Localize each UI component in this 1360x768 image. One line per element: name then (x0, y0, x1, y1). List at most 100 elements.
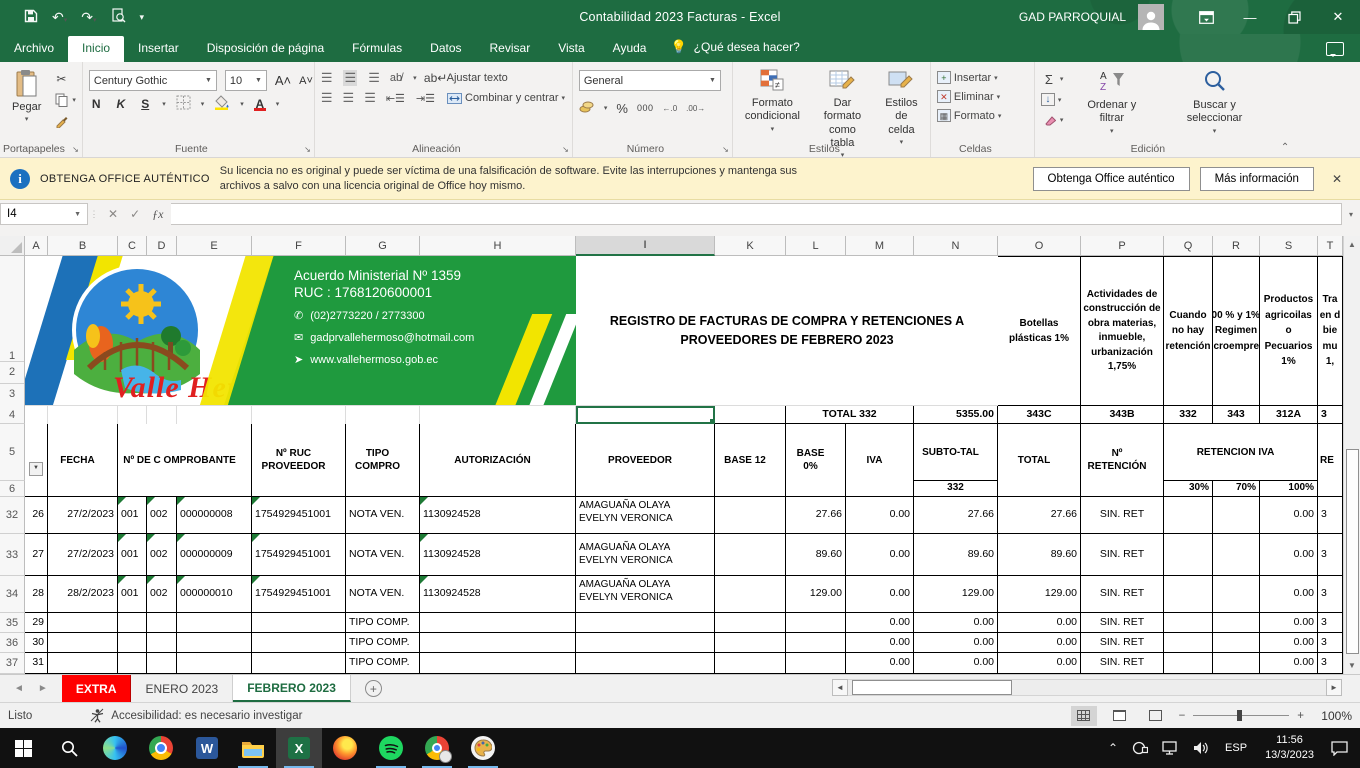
horizontal-scroll-thumb[interactable] (852, 679, 1012, 695)
delete-cells-button[interactable]: ✕ Eliminar ▾ (936, 90, 1001, 103)
cell[interactable] (1213, 576, 1260, 613)
number-format-select[interactable]: General ▼ (578, 70, 721, 91)
comments-icon[interactable] (1326, 42, 1344, 57)
cell[interactable]: TIPO COMP. (346, 653, 420, 674)
code-343[interactable]: 343 (1213, 406, 1260, 424)
cell[interactable] (252, 633, 346, 653)
cell[interactable]: 1754929451001 (252, 497, 346, 534)
cell[interactable] (147, 653, 177, 674)
tab-archivo[interactable]: Archivo (0, 36, 68, 62)
row-header[interactable]: 4 (0, 406, 25, 424)
cell[interactable]: 0.00 (914, 653, 998, 674)
increase-decimal-icon[interactable]: ←.0 (662, 104, 677, 113)
tax-header-r[interactable]: 100 % y 1%.- Regimen microempresa (1213, 256, 1260, 406)
comma-style-icon[interactable]: 000 (637, 103, 654, 113)
taskbar-edge-icon[interactable] (92, 728, 138, 768)
accounting-format-icon[interactable] (579, 100, 595, 116)
code-312a[interactable]: 312A (1260, 406, 1318, 424)
cell[interactable] (1164, 633, 1213, 653)
zoom-in-icon[interactable]: + (1297, 710, 1304, 722)
cell[interactable]: SIN. RET (1081, 497, 1164, 534)
row-header[interactable]: 34 (0, 576, 25, 613)
cell[interactable] (715, 534, 786, 576)
page-break-view-button[interactable] (1143, 706, 1169, 726)
more-info-button[interactable]: Más información (1199, 166, 1314, 191)
cell-styles-button[interactable]: Estilos de celda ▾ (879, 66, 924, 146)
col-header[interactable]: R (1213, 236, 1260, 256)
taskbar-word-icon[interactable]: W (184, 728, 230, 768)
cell[interactable]: 27 (25, 534, 48, 576)
row-header[interactable]: 36 (0, 633, 25, 653)
header-autorizacion[interactable]: AUTORIZACIÓN (420, 424, 576, 497)
cut-button[interactable]: ✂ (53, 71, 76, 87)
align-middle-icon[interactable]: ☰ (342, 70, 358, 86)
font-color-icon[interactable]: A (253, 97, 266, 111)
header-tipo-comprobante[interactable]: TIPO COMPRO (346, 424, 420, 497)
cell[interactable]: 1130924528 (420, 534, 576, 576)
cell[interactable]: 0.00 (914, 613, 998, 633)
cell[interactable] (48, 653, 118, 674)
cell[interactable]: AMAGUAÑA OLAYA EVELYN VERONICA (576, 576, 715, 613)
sheet-tab-extra[interactable]: EXTRA (61, 675, 132, 702)
format-cells-button[interactable]: ▦ Formato ▾ (936, 109, 1001, 122)
tray-onedrive-icon[interactable] (1125, 741, 1155, 755)
enter-icon[interactable]: ✓ (130, 207, 140, 221)
cell[interactable]: 1130924528 (420, 576, 576, 613)
decrease-indent-icon[interactable]: ⇤☰ (386, 92, 405, 105)
cell[interactable]: 129.00 (998, 576, 1081, 613)
normal-view-button[interactable] (1070, 705, 1097, 726)
col-header[interactable]: F (252, 236, 346, 256)
new-sheet-icon[interactable]: + (364, 680, 382, 697)
collapse-ribbon-icon[interactable]: ⌃ (1275, 62, 1295, 157)
doc-title-cell[interactable]: REGISTRO DE FACTURAS DE COMPRA Y RETENCI… (576, 256, 998, 406)
align-top-icon[interactable]: ☰ (321, 70, 333, 86)
header-base0[interactable]: BASE 0% (786, 424, 846, 497)
col-header[interactable]: D (147, 236, 177, 256)
wrap-text-button[interactable]: ab↵ Ajustar texto (424, 70, 508, 86)
sort-filter-button[interactable]: AZ Ordenar y filtrar ▾ (1069, 66, 1154, 141)
cell[interactable] (715, 633, 786, 653)
cell[interactable]: 0.00 (846, 613, 914, 633)
cell[interactable]: SIN. RET (1081, 633, 1164, 653)
select-all-corner[interactable] (0, 236, 25, 256)
col-header[interactable]: C (118, 236, 147, 256)
cell[interactable]: SIN. RET (1081, 576, 1164, 613)
col-header[interactable]: P (1081, 236, 1164, 256)
col-header[interactable]: N (914, 236, 998, 256)
vertical-scrollbar[interactable]: ▲ ▼ (1343, 236, 1360, 674)
tax-header-s[interactable]: Productos agricoilas o Pecuarios 1% (1260, 256, 1318, 406)
header-100[interactable]: 100% (1260, 481, 1318, 497)
cell[interactable]: 1130924528 (420, 497, 576, 534)
taskbar-excel-icon[interactable]: X (276, 728, 322, 768)
zoom-slider[interactable]: − + (1179, 710, 1304, 722)
cell[interactable]: 0.00 (998, 613, 1081, 633)
cell[interactable] (576, 653, 715, 674)
cell[interactable]: 0.00 (998, 633, 1081, 653)
cell[interactable]: TIPO COMP. (346, 633, 420, 653)
italic-button[interactable]: K (114, 97, 129, 111)
cell[interactable] (118, 653, 147, 674)
cell[interactable]: 26 (25, 497, 48, 534)
cell[interactable]: 3 (1318, 633, 1343, 653)
header-base12[interactable]: BASE 12 (715, 424, 786, 497)
code-332[interactable]: 332 (1164, 406, 1213, 424)
insert-function-icon[interactable]: ƒx (152, 207, 163, 222)
cell[interactable] (25, 406, 48, 424)
cell[interactable]: TIPO COMP. (346, 613, 420, 633)
cell[interactable]: 0.00 (1260, 576, 1318, 613)
cell[interactable]: 89.60 (998, 534, 1081, 576)
code-343b[interactable]: 343B (1081, 406, 1164, 424)
tab-disposicion[interactable]: Disposición de página (193, 36, 338, 62)
taskbar-search-icon[interactable] (46, 728, 92, 768)
cell[interactable]: 129.00 (786, 576, 846, 613)
fill-color-icon[interactable] (214, 95, 230, 113)
horizontal-scrollbar[interactable]: ◄ ► (832, 678, 1342, 696)
cell[interactable] (147, 406, 177, 424)
header-subtotal[interactable]: SUBTO-TAL (914, 424, 998, 481)
cell[interactable] (715, 497, 786, 534)
header-fecha[interactable]: FECHA (48, 424, 118, 497)
fill-button[interactable]: ↓ ▾ (1040, 93, 1064, 106)
start-button[interactable] (0, 728, 46, 768)
cell[interactable]: 0.00 (1260, 633, 1318, 653)
col-header[interactable]: A (25, 236, 48, 256)
